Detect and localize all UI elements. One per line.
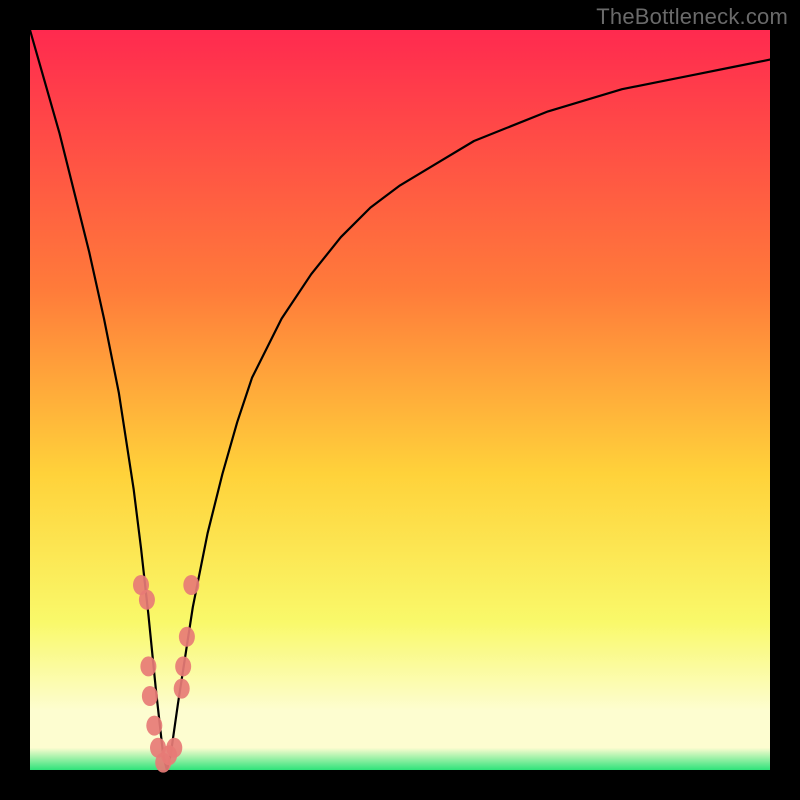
data-marker — [142, 686, 158, 706]
data-marker — [175, 656, 191, 676]
plot-background — [30, 30, 770, 770]
data-marker — [174, 679, 190, 699]
data-marker — [146, 716, 162, 736]
watermark-label: TheBottleneck.com — [596, 4, 788, 30]
data-marker — [139, 590, 155, 610]
data-marker — [166, 738, 182, 758]
data-marker — [183, 575, 199, 595]
data-marker — [179, 627, 195, 647]
chart-svg — [0, 0, 800, 800]
data-marker — [140, 656, 156, 676]
bottleneck-chart: TheBottleneck.com — [0, 0, 800, 800]
